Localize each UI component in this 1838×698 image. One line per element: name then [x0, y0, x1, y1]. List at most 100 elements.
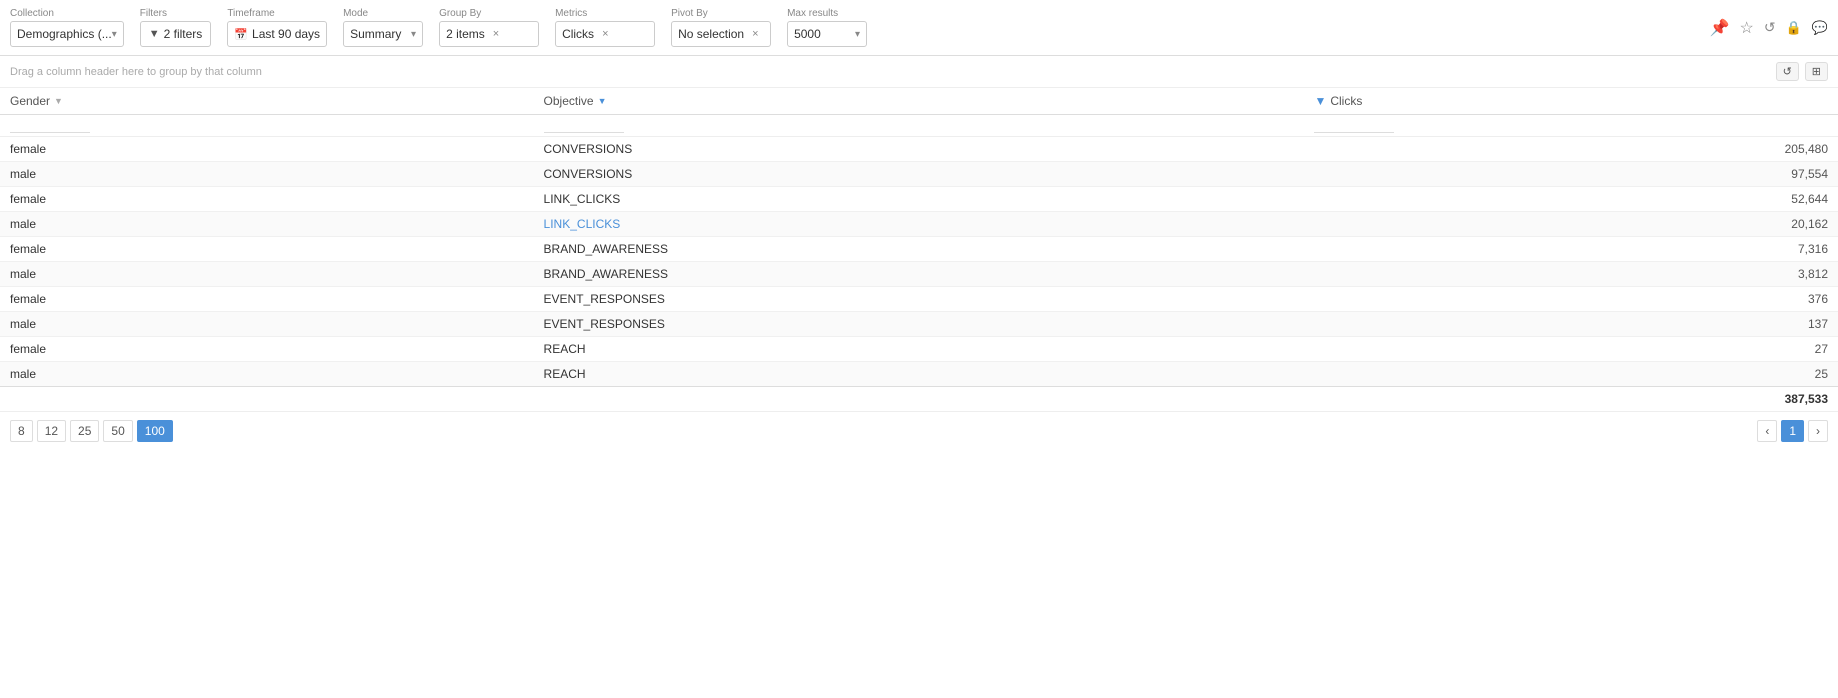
- pivotby-clear-icon[interactable]: ×: [752, 28, 758, 40]
- maxresults-value: 5000: [794, 27, 821, 41]
- table-row: femaleREACH27: [0, 337, 1838, 362]
- pagination: 8122550100 ‹ 1 ›: [0, 411, 1838, 450]
- cell-gender: female: [0, 137, 534, 162]
- col-clicks[interactable]: ▼ Clicks: [1304, 88, 1838, 115]
- filters-value: 2 filters: [164, 27, 203, 41]
- mode-dropdown[interactable]: Summary ▾: [343, 21, 423, 47]
- lock-icon[interactable]: 🔒: [1786, 20, 1802, 36]
- cell-objective: REACH: [534, 362, 1305, 387]
- pivotby-label: Pivot By: [671, 8, 771, 19]
- groupby-value: 2 items: [446, 27, 485, 41]
- chat-icon[interactable]: 💬: [1812, 20, 1828, 36]
- page-size-50-button[interactable]: 50: [103, 420, 132, 442]
- drag-bar: Drag a column header here to group by th…: [0, 56, 1838, 88]
- reset-view-button[interactable]: ↺: [1776, 62, 1799, 81]
- col-gender-label: Gender: [10, 94, 50, 108]
- data-table-container: Gender ▼ Objective ▼ ▼ Clicks: [0, 88, 1838, 411]
- table-header-row: Gender ▼ Objective ▼ ▼ Clicks: [0, 88, 1838, 115]
- cell-clicks: 205,480: [1304, 137, 1838, 162]
- col-gender[interactable]: Gender ▼: [0, 88, 534, 115]
- groupby-group: Group By 2 items ×: [439, 8, 539, 47]
- star-icon[interactable]: ☆: [1740, 18, 1754, 38]
- clicks-search-input[interactable]: [1314, 120, 1394, 133]
- groupby-label: Group By: [439, 8, 539, 19]
- table-row: femaleBRAND_AWARENESS7,316: [0, 237, 1838, 262]
- cell-objective: CONVERSIONS: [534, 137, 1305, 162]
- filters-button[interactable]: ▼ 2 filters: [140, 21, 212, 47]
- page-navigation: ‹ 1 ›: [1757, 420, 1828, 442]
- cell-clicks: 376: [1304, 287, 1838, 312]
- pin-icon[interactable]: 📌: [1710, 18, 1730, 38]
- collection-group: Collection Demographics (... ▾: [10, 8, 124, 47]
- toolbar: Collection Demographics (... ▾ Filters ▼…: [0, 0, 1838, 56]
- cell-clicks: 25: [1304, 362, 1838, 387]
- cell-objective: CONVERSIONS: [534, 162, 1305, 187]
- drag-bar-text: Drag a column header here to group by th…: [10, 66, 262, 78]
- table-row: maleREACH25: [0, 362, 1838, 387]
- cell-objective: BRAND_AWARENESS: [534, 237, 1305, 262]
- gender-filter-icon: ▼: [54, 96, 63, 106]
- timeframe-group: Timeframe 📅 Last 90 days: [227, 8, 327, 47]
- table-row: maleEVENT_RESPONSES137: [0, 312, 1838, 337]
- page-size-25-button[interactable]: 25: [70, 420, 99, 442]
- objective-search-input[interactable]: [544, 120, 624, 133]
- collection-arrow-icon: ▾: [112, 29, 117, 40]
- table-row: femaleLINK_CLICKS52,644: [0, 187, 1838, 212]
- collection-value: Demographics (...: [17, 27, 112, 41]
- collection-dropdown[interactable]: Demographics (... ▾: [10, 21, 124, 47]
- cell-objective: LINK_CLICKS: [534, 187, 1305, 212]
- cell-objective: EVENT_RESPONSES: [534, 312, 1305, 337]
- total-value-cell: 387,533: [1304, 387, 1838, 412]
- next-page-button[interactable]: ›: [1808, 420, 1828, 442]
- timeframe-dropdown[interactable]: 📅 Last 90 days: [227, 21, 327, 47]
- timeframe-value: Last 90 days: [252, 27, 320, 41]
- cell-gender: female: [0, 237, 534, 262]
- col-objective[interactable]: Objective ▼: [534, 88, 1305, 115]
- page-size-8-button[interactable]: 8: [10, 420, 33, 442]
- page-size-100-button[interactable]: 100: [137, 420, 173, 442]
- mode-value: Summary: [350, 27, 401, 41]
- metrics-control[interactable]: Clicks ×: [555, 21, 655, 47]
- cell-gender: male: [0, 362, 534, 387]
- collection-label: Collection: [10, 8, 124, 19]
- groupby-control[interactable]: 2 items ×: [439, 21, 539, 47]
- cell-clicks: 52,644: [1304, 187, 1838, 212]
- metrics-label: Metrics: [555, 8, 655, 19]
- cell-gender: male: [0, 212, 534, 237]
- toolbar-right-actions: 📌 ☆ ↺ 🔒 💬: [1710, 18, 1828, 38]
- cell-gender: male: [0, 162, 534, 187]
- table-body: femaleCONVERSIONS205,480maleCONVERSIONS9…: [0, 137, 1838, 387]
- cell-clicks: 137: [1304, 312, 1838, 337]
- objective-filter-icon: ▼: [598, 96, 607, 106]
- pivotby-control[interactable]: No selection ×: [671, 21, 771, 47]
- current-page-number: 1: [1781, 420, 1804, 442]
- groupby-clear-icon[interactable]: ×: [493, 28, 499, 40]
- prev-page-button[interactable]: ‹: [1757, 420, 1777, 442]
- expand-button[interactable]: ⊞: [1805, 62, 1828, 81]
- page-size-options: 8122550100: [10, 420, 173, 442]
- mode-group: Mode Summary ▾: [343, 8, 423, 47]
- cell-gender: female: [0, 287, 534, 312]
- table-row: maleLINK_CLICKS20,162: [0, 212, 1838, 237]
- undo-icon[interactable]: ↺: [1764, 19, 1776, 36]
- metrics-clear-icon[interactable]: ×: [602, 28, 608, 40]
- cell-clicks: 27: [1304, 337, 1838, 362]
- filters-label: Filters: [140, 8, 212, 19]
- cell-objective[interactable]: LINK_CLICKS: [534, 212, 1305, 237]
- gender-search-input[interactable]: [10, 120, 90, 133]
- col-objective-label: Objective: [544, 94, 594, 108]
- gender-search-cell: [0, 115, 534, 137]
- mode-label: Mode: [343, 8, 423, 19]
- maxresults-dropdown[interactable]: 5000 ▾: [787, 21, 867, 47]
- clicks-search-cell: [1304, 115, 1838, 137]
- timeframe-label: Timeframe: [227, 8, 327, 19]
- cell-objective: REACH: [534, 337, 1305, 362]
- drag-bar-actions: ↺ ⊞: [1776, 62, 1828, 81]
- pivotby-group: Pivot By No selection ×: [671, 8, 771, 47]
- metrics-group: Metrics Clicks ×: [555, 8, 655, 47]
- table-row: maleCONVERSIONS97,554: [0, 162, 1838, 187]
- cell-gender: male: [0, 312, 534, 337]
- page-size-12-button[interactable]: 12: [37, 420, 66, 442]
- data-table: Gender ▼ Objective ▼ ▼ Clicks: [0, 88, 1838, 411]
- clicks-filter-icon: ▼: [1314, 94, 1326, 108]
